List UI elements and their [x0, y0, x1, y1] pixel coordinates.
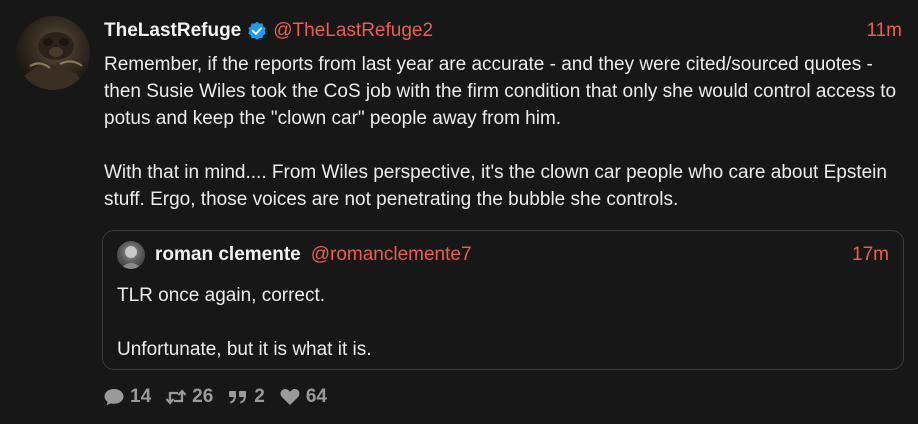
quoted-post-timestamp[interactable]: 17m — [852, 244, 889, 266]
reply-button[interactable]: 14 — [103, 386, 151, 408]
quoted-author-handle[interactable]: @romanclemente7 — [311, 244, 472, 266]
quoted-author-display-name[interactable]: roman clemente — [155, 244, 301, 266]
verified-check-icon — [247, 21, 267, 41]
post-header: TheLastRefuge @TheLastRefuge2 11m — [104, 18, 902, 44]
quote-button[interactable]: 2 — [227, 386, 265, 408]
repost-arrows-icon — [165, 389, 187, 405]
reply-count: 14 — [130, 386, 152, 407]
like-button[interactable]: 64 — [279, 386, 327, 408]
post-paragraph: Remember, if the reports from last year … — [104, 54, 897, 129]
author-avatar[interactable] — [16, 16, 90, 90]
avatar-image — [16, 32, 90, 90]
quoted-post-header: roman clemente @romanclemente7 17m — [117, 241, 889, 269]
post-paragraph: With that in mind.... From Wiles perspec… — [104, 162, 887, 210]
speech-bubble-icon — [104, 389, 124, 406]
quote-marks-icon — [229, 391, 247, 404]
author-display-name[interactable]: TheLastRefuge — [104, 20, 241, 42]
quoted-author-avatar[interactable] — [117, 241, 145, 269]
repost-button[interactable]: 26 — [165, 386, 213, 408]
quote-count: 2 — [254, 386, 265, 407]
post-body: Remember, if the reports from last year … — [104, 51, 904, 213]
like-count: 64 — [305, 386, 327, 407]
post-actions-bar: 14 26 2 64 — [103, 385, 341, 409]
quoted-post[interactable]: roman clemente @romanclemente7 17m TLR o… — [102, 230, 904, 370]
quoted-post-body: TLR once again, correct. Unfortunate, bu… — [117, 282, 889, 363]
author-handle[interactable]: @TheLastRefuge2 — [273, 20, 433, 42]
repost-count: 26 — [192, 386, 214, 407]
heart-icon — [280, 388, 300, 405]
post-timestamp[interactable]: 11m — [866, 20, 902, 42]
quoted-paragraph: TLR once again, correct. — [117, 285, 326, 306]
quoted-paragraph: Unfortunate, but it is what it is. — [117, 339, 372, 360]
